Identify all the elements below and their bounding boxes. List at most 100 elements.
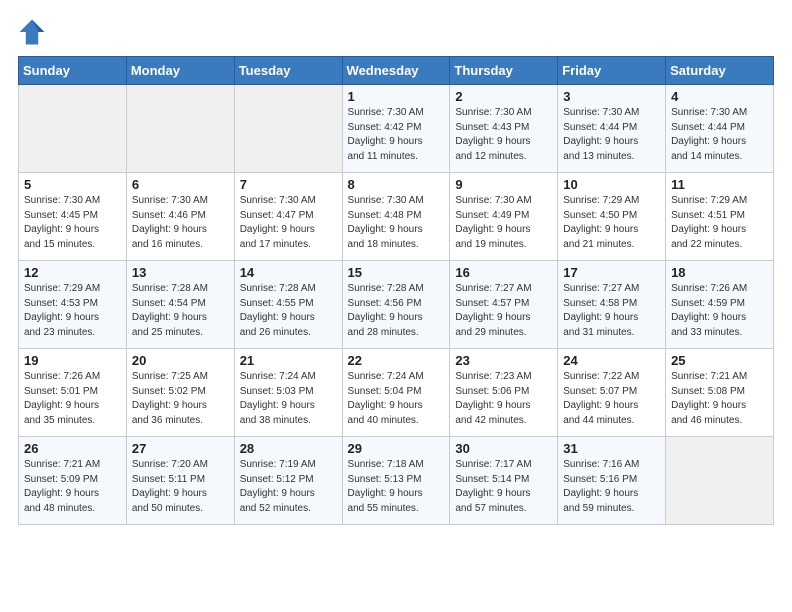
day-info: Sunrise: 7:30 AM Sunset: 4:49 PM Dayligh… xyxy=(455,194,552,252)
calendar-cell: 26 Sunrise: 7:21 AM Sunset: 5:09 PM Dayli… xyxy=(19,437,127,525)
day-number: 6 xyxy=(132,177,229,192)
day-info: Sunrise: 7:21 AM Sunset: 5:09 PM Dayligh… xyxy=(24,458,121,516)
day-number: 14 xyxy=(240,265,337,280)
calendar-cell: 18 Sunrise: 7:26 AM Sunset: 4:59 PM Dayli… xyxy=(666,261,774,349)
week-row-5: 26 Sunrise: 7:21 AM Sunset: 5:09 PM Dayli… xyxy=(19,437,774,525)
day-info: Sunrise: 7:20 AM Sunset: 5:11 PM Dayligh… xyxy=(132,458,229,516)
calendar-cell: 1 Sunrise: 7:30 AM Sunset: 4:42 PM Daylig… xyxy=(342,85,450,173)
day-info: Sunrise: 7:19 AM Sunset: 5:12 PM Dayligh… xyxy=(240,458,337,516)
day-number: 3 xyxy=(563,89,660,104)
calendar-cell xyxy=(126,85,234,173)
logo xyxy=(18,18,48,46)
day-info: Sunrise: 7:29 AM Sunset: 4:51 PM Dayligh… xyxy=(671,194,768,252)
calendar-cell: 11 Sunrise: 7:29 AM Sunset: 4:51 PM Dayli… xyxy=(666,173,774,261)
calendar-cell: 10 Sunrise: 7:29 AM Sunset: 4:50 PM Dayli… xyxy=(558,173,666,261)
week-row-3: 12 Sunrise: 7:29 AM Sunset: 4:53 PM Dayli… xyxy=(19,261,774,349)
day-number: 28 xyxy=(240,441,337,456)
day-number: 5 xyxy=(24,177,121,192)
weekday-header-saturday: Saturday xyxy=(666,57,774,85)
weekday-header-monday: Monday xyxy=(126,57,234,85)
calendar-cell: 28 Sunrise: 7:19 AM Sunset: 5:12 PM Dayli… xyxy=(234,437,342,525)
day-number: 22 xyxy=(348,353,445,368)
day-info: Sunrise: 7:28 AM Sunset: 4:56 PM Dayligh… xyxy=(348,282,445,340)
calendar-cell: 31 Sunrise: 7:16 AM Sunset: 5:16 PM Dayli… xyxy=(558,437,666,525)
day-info: Sunrise: 7:28 AM Sunset: 4:54 PM Dayligh… xyxy=(132,282,229,340)
calendar-cell: 30Sunrise: 7:17 AM Sunset: 5:14 PM Dayli… xyxy=(450,437,558,525)
day-info: Sunrise: 7:28 AM Sunset: 4:55 PM Dayligh… xyxy=(240,282,337,340)
calendar-cell xyxy=(234,85,342,173)
calendar-cell: 16 Sunrise: 7:27 AM Sunset: 4:57 PM Dayli… xyxy=(450,261,558,349)
calendar-cell: 17Sunrise: 7:27 AM Sunset: 4:58 PM Dayli… xyxy=(558,261,666,349)
day-info: Sunrise: 7:29 AM Sunset: 4:53 PM Dayligh… xyxy=(24,282,121,340)
day-number: 16 xyxy=(455,265,552,280)
day-info: Sunrise: 7:18 AM Sunset: 5:13 PM Dayligh… xyxy=(348,458,445,516)
day-number: 19 xyxy=(24,353,121,368)
day-number: 1 xyxy=(348,89,445,104)
day-info: Sunrise: 7:24 AM Sunset: 5:03 PM Dayligh… xyxy=(240,370,337,428)
calendar-cell: 3 Sunrise: 7:30 AM Sunset: 4:44 PM Daylig… xyxy=(558,85,666,173)
day-number: 31 xyxy=(563,441,660,456)
day-info: Sunrise: 7:24 AM Sunset: 5:04 PM Dayligh… xyxy=(348,370,445,428)
day-number: 11 xyxy=(671,177,768,192)
day-info: Sunrise: 7:27 AM Sunset: 4:58 PM Dayligh… xyxy=(563,282,660,340)
logo-icon xyxy=(18,18,46,46)
day-number: 23 xyxy=(455,353,552,368)
calendar-cell: 20 Sunrise: 7:25 AM Sunset: 5:02 PM Dayli… xyxy=(126,349,234,437)
day-info: Sunrise: 7:30 AM Sunset: 4:45 PM Dayligh… xyxy=(24,194,121,252)
day-info: Sunrise: 7:25 AM Sunset: 5:02 PM Dayligh… xyxy=(132,370,229,428)
calendar-cell xyxy=(666,437,774,525)
day-info: Sunrise: 7:23 AM Sunset: 5:06 PM Dayligh… xyxy=(455,370,552,428)
calendar-cell: 13 Sunrise: 7:28 AM Sunset: 4:54 PM Dayli… xyxy=(126,261,234,349)
day-number: 24 xyxy=(563,353,660,368)
day-number: 4 xyxy=(671,89,768,104)
day-info: Sunrise: 7:26 AM Sunset: 4:59 PM Dayligh… xyxy=(671,282,768,340)
day-number: 18 xyxy=(671,265,768,280)
calendar-cell: 25 Sunrise: 7:21 AM Sunset: 5:08 PM Dayli… xyxy=(666,349,774,437)
calendar-cell: 24 Sunrise: 7:22 AM Sunset: 5:07 PM Dayli… xyxy=(558,349,666,437)
calendar-cell: 5 Sunrise: 7:30 AM Sunset: 4:45 PM Daylig… xyxy=(19,173,127,261)
calendar-cell: 12 Sunrise: 7:29 AM Sunset: 4:53 PM Dayli… xyxy=(19,261,127,349)
week-row-2: 5 Sunrise: 7:30 AM Sunset: 4:45 PM Daylig… xyxy=(19,173,774,261)
calendar-cell: 14 Sunrise: 7:28 AM Sunset: 4:55 PM Dayli… xyxy=(234,261,342,349)
calendar-cell: 15Sunrise: 7:28 AM Sunset: 4:56 PM Dayli… xyxy=(342,261,450,349)
day-number: 12 xyxy=(24,265,121,280)
day-number: 30 xyxy=(455,441,552,456)
day-number: 21 xyxy=(240,353,337,368)
calendar-cell: 21 Sunrise: 7:24 AM Sunset: 5:03 PM Dayli… xyxy=(234,349,342,437)
calendar-cell: 19 Sunrise: 7:26 AM Sunset: 5:01 PM Dayli… xyxy=(19,349,127,437)
calendar-cell: 9 Sunrise: 7:30 AM Sunset: 4:49 PM Daylig… xyxy=(450,173,558,261)
weekday-header-sunday: Sunday xyxy=(19,57,127,85)
day-info: Sunrise: 7:30 AM Sunset: 4:44 PM Dayligh… xyxy=(563,106,660,164)
day-info: Sunrise: 7:29 AM Sunset: 4:50 PM Dayligh… xyxy=(563,194,660,252)
day-info: Sunrise: 7:30 AM Sunset: 4:44 PM Dayligh… xyxy=(671,106,768,164)
day-info: Sunrise: 7:16 AM Sunset: 5:16 PM Dayligh… xyxy=(563,458,660,516)
page-container: SundayMondayTuesdayWednesdayThursdayFrid… xyxy=(0,0,792,535)
calendar-cell: 6 Sunrise: 7:30 AM Sunset: 4:46 PM Daylig… xyxy=(126,173,234,261)
day-info: Sunrise: 7:30 AM Sunset: 4:46 PM Dayligh… xyxy=(132,194,229,252)
day-number: 13 xyxy=(132,265,229,280)
day-number: 9 xyxy=(455,177,552,192)
day-info: Sunrise: 7:21 AM Sunset: 5:08 PM Dayligh… xyxy=(671,370,768,428)
day-number: 25 xyxy=(671,353,768,368)
day-info: Sunrise: 7:30 AM Sunset: 4:48 PM Dayligh… xyxy=(348,194,445,252)
day-info: Sunrise: 7:30 AM Sunset: 4:47 PM Dayligh… xyxy=(240,194,337,252)
day-info: Sunrise: 7:30 AM Sunset: 4:43 PM Dayligh… xyxy=(455,106,552,164)
day-number: 20 xyxy=(132,353,229,368)
day-info: Sunrise: 7:22 AM Sunset: 5:07 PM Dayligh… xyxy=(563,370,660,428)
day-info: Sunrise: 7:27 AM Sunset: 4:57 PM Dayligh… xyxy=(455,282,552,340)
calendar-cell: 29 Sunrise: 7:18 AM Sunset: 5:13 PM Dayli… xyxy=(342,437,450,525)
calendar-cell xyxy=(19,85,127,173)
weekday-header-row: SundayMondayTuesdayWednesdayThursdayFrid… xyxy=(19,57,774,85)
day-number: 29 xyxy=(348,441,445,456)
day-number: 2 xyxy=(455,89,552,104)
day-info: Sunrise: 7:30 AM Sunset: 4:42 PM Dayligh… xyxy=(348,106,445,164)
calendar-cell: 2 Sunrise: 7:30 AM Sunset: 4:43 PM Daylig… xyxy=(450,85,558,173)
day-number: 8 xyxy=(348,177,445,192)
calendar-cell: 7Sunrise: 7:30 AM Sunset: 4:47 PM Daylig… xyxy=(234,173,342,261)
weekday-header-tuesday: Tuesday xyxy=(234,57,342,85)
day-info: Sunrise: 7:26 AM Sunset: 5:01 PM Dayligh… xyxy=(24,370,121,428)
day-number: 26 xyxy=(24,441,121,456)
calendar-cell: 27Sunrise: 7:20 AM Sunset: 5:11 PM Dayli… xyxy=(126,437,234,525)
weekday-header-wednesday: Wednesday xyxy=(342,57,450,85)
day-number: 10 xyxy=(563,177,660,192)
